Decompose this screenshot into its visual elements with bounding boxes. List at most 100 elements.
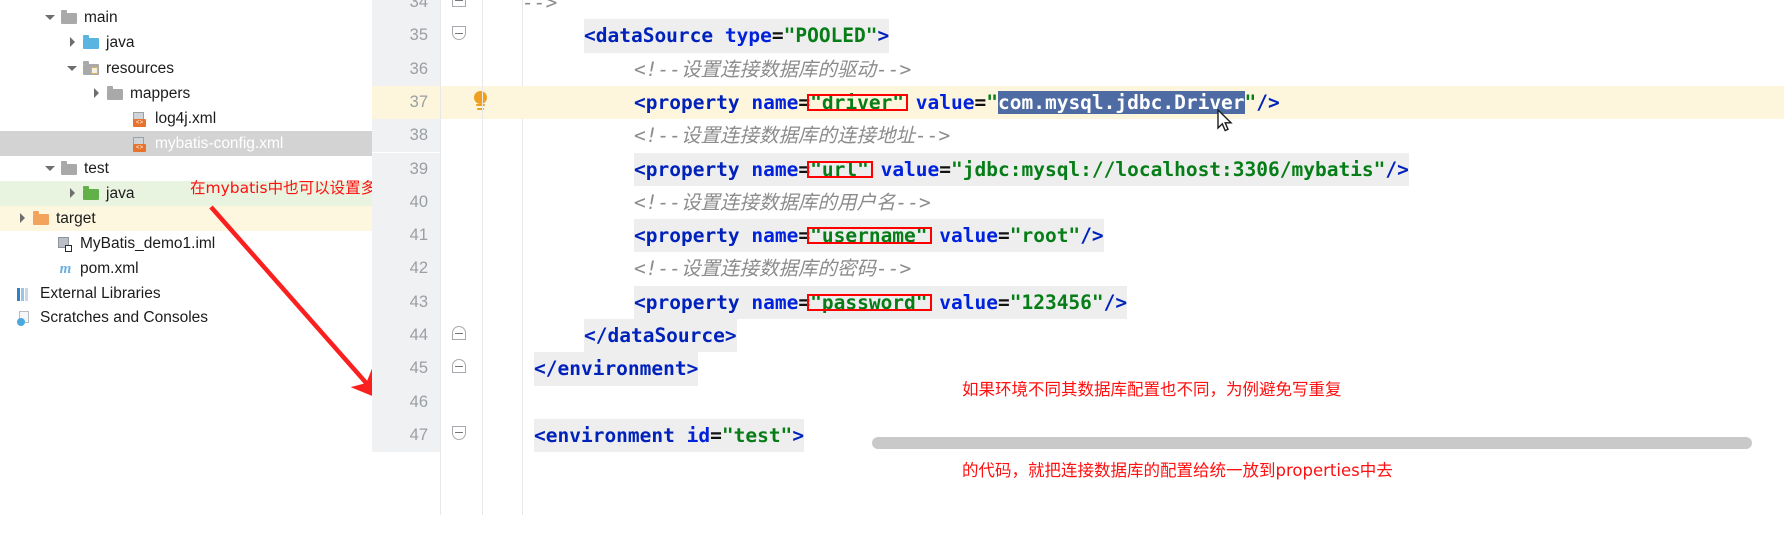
code-token: </dataSource>	[584, 324, 737, 347]
code-token: =	[771, 24, 784, 48]
code-token: name	[751, 90, 799, 114]
tree-item-log4j-xml[interactable]: <> log4j.xml	[0, 106, 372, 131]
code-token: =	[798, 90, 811, 114]
code-token: />	[1256, 90, 1280, 114]
gutter-line[interactable]: 39	[372, 152, 522, 186]
gutter-markers[interactable]	[440, 352, 522, 385]
intention-bulb-icon[interactable]	[470, 90, 492, 114]
code-line[interactable]: <!--设置连接数据库的连接地址-->	[522, 119, 1784, 152]
code-line-text: <property name="driver" value="com.mysql…	[634, 86, 1280, 119]
gutter-line[interactable]: 46	[372, 385, 522, 419]
chevron-right-icon[interactable]	[16, 212, 29, 225]
code-line[interactable]: <property name="url" value="jdbc:mysql:/…	[522, 152, 1784, 186]
gutter-markers[interactable]	[440, 286, 522, 319]
gutter-markers[interactable]	[440, 86, 522, 119]
gutter-line[interactable]: 34	[372, 0, 522, 20]
line-number: 39	[409, 159, 428, 178]
gutter-markers[interactable]	[440, 53, 522, 86]
gutter-markers[interactable]	[440, 219, 522, 252]
gutter-divider-1	[440, 0, 441, 515]
gutter-line[interactable]: 36	[372, 52, 522, 86]
line-number: 37	[409, 92, 428, 111]
tree-item-main[interactable]: main	[0, 5, 372, 30]
chevron-down-icon[interactable]	[44, 162, 57, 175]
gutter-line[interactable]: 41	[372, 219, 522, 253]
folder-resources-icon	[82, 60, 101, 77]
tree-item-java[interactable]: java	[0, 30, 372, 55]
code-line[interactable]: <property name="password" value="123456"…	[522, 285, 1784, 319]
editor-gutter[interactable]: 34 35 36 37 38 39 40 41 42 43 44 45 46 47	[372, 0, 522, 515]
code-fold-icon[interactable]	[452, 326, 467, 345]
chevron-right-icon[interactable]	[66, 187, 79, 200]
code-token: "url"	[810, 157, 869, 181]
code-token: <property	[634, 90, 752, 114]
code-line[interactable]: <!--设置连接数据库的用户名-->	[522, 186, 1784, 219]
code-token: />	[1385, 157, 1409, 181]
code-token: =	[798, 224, 811, 248]
code-line-text: <property name="url" value="jdbc:mysql:/…	[634, 152, 1409, 186]
gutter-markers[interactable]	[440, 153, 522, 186]
gutter-markers[interactable]	[440, 119, 522, 152]
gutter-markers[interactable]	[440, 186, 522, 219]
gutter-markers[interactable]	[440, 319, 522, 352]
mouse-pointer-icon	[1216, 108, 1233, 132]
folder-gray-icon	[60, 9, 79, 26]
folder-gray-icon	[106, 85, 125, 102]
code-token: <property	[634, 290, 752, 314]
gutter-line[interactable]: 35	[372, 19, 522, 53]
code-line[interactable]: <property name="username" value="root"/>	[522, 219, 1784, 253]
gutter-markers[interactable]	[440, 252, 522, 285]
code-token: =	[939, 157, 952, 181]
gutter-line[interactable]: 44	[372, 319, 522, 353]
selected-code-text: com.mysql.jdbc.Driver	[998, 90, 1245, 114]
gutter-line[interactable]: 37	[372, 85, 522, 120]
tree-item-label: resources	[106, 59, 175, 77]
code-fold-icon[interactable]	[452, 0, 467, 12]
code-fold-icon[interactable]	[452, 359, 467, 378]
gutter-markers[interactable]	[440, 419, 522, 452]
code-token: =	[710, 423, 722, 447]
code-token: value	[939, 224, 998, 248]
gutter-markers[interactable]	[440, 386, 522, 419]
code-line[interactable]: <property name="driver" value="com.mysql…	[522, 85, 1784, 120]
gutter-line[interactable]: 43	[372, 285, 522, 319]
gutter-markers[interactable]	[440, 19, 522, 52]
line-number: 43	[409, 292, 428, 311]
code-token: =	[798, 290, 811, 314]
gutter-line[interactable]: 40	[372, 185, 522, 220]
line-number: 45	[409, 359, 428, 378]
code-fold-icon[interactable]	[452, 425, 467, 445]
code-fold-icon[interactable]	[452, 26, 467, 45]
code-token: value	[915, 90, 975, 114]
gutter-line[interactable]: 42	[372, 252, 522, 286]
gutter-line[interactable]: 47	[372, 418, 522, 453]
gutter-line[interactable]: 45	[372, 352, 522, 386]
tree-item-mappers[interactable]: mappers	[0, 81, 372, 106]
chevron-down-icon[interactable]	[66, 62, 79, 75]
annotation-right-line2: 的代码，就把连接数据库的配置给统一放到properties中去	[962, 461, 1393, 480]
code-token: </environment>	[534, 357, 699, 381]
tree-item-label: mappers	[130, 84, 191, 102]
code-token: "jdbc:mysql://localhost:3306/mybatis"	[951, 157, 1386, 181]
code-line[interactable]: -->	[522, 0, 1784, 19]
line-number: 42	[409, 259, 428, 278]
gutter-line[interactable]: 38	[372, 119, 522, 153]
tree-item-resources[interactable]: resources	[0, 56, 372, 81]
gutter-markers[interactable]	[440, 0, 522, 19]
chevron-right-icon[interactable]	[90, 87, 103, 100]
line-number: 36	[409, 59, 428, 78]
code-line[interactable]: <!--设置连接数据库的密码-->	[522, 252, 1784, 285]
chevron-right-icon[interactable]	[66, 36, 79, 49]
tree-item-label: java	[106, 33, 135, 51]
code-line[interactable]: <dataSource type="POOLED">	[522, 19, 1784, 53]
line-number: 41	[409, 226, 428, 245]
code-line-text: <!--设置连接数据库的驱动-->	[634, 53, 911, 86]
tree-item-mybatis-config-xml[interactable]: <> mybatis-config.xml	[0, 131, 372, 156]
chevron-down-icon[interactable]	[44, 11, 57, 24]
line-number: 40	[409, 192, 428, 211]
line-number: 34	[409, 0, 428, 11]
code-line[interactable]: <!--设置连接数据库的驱动-->	[522, 53, 1784, 86]
